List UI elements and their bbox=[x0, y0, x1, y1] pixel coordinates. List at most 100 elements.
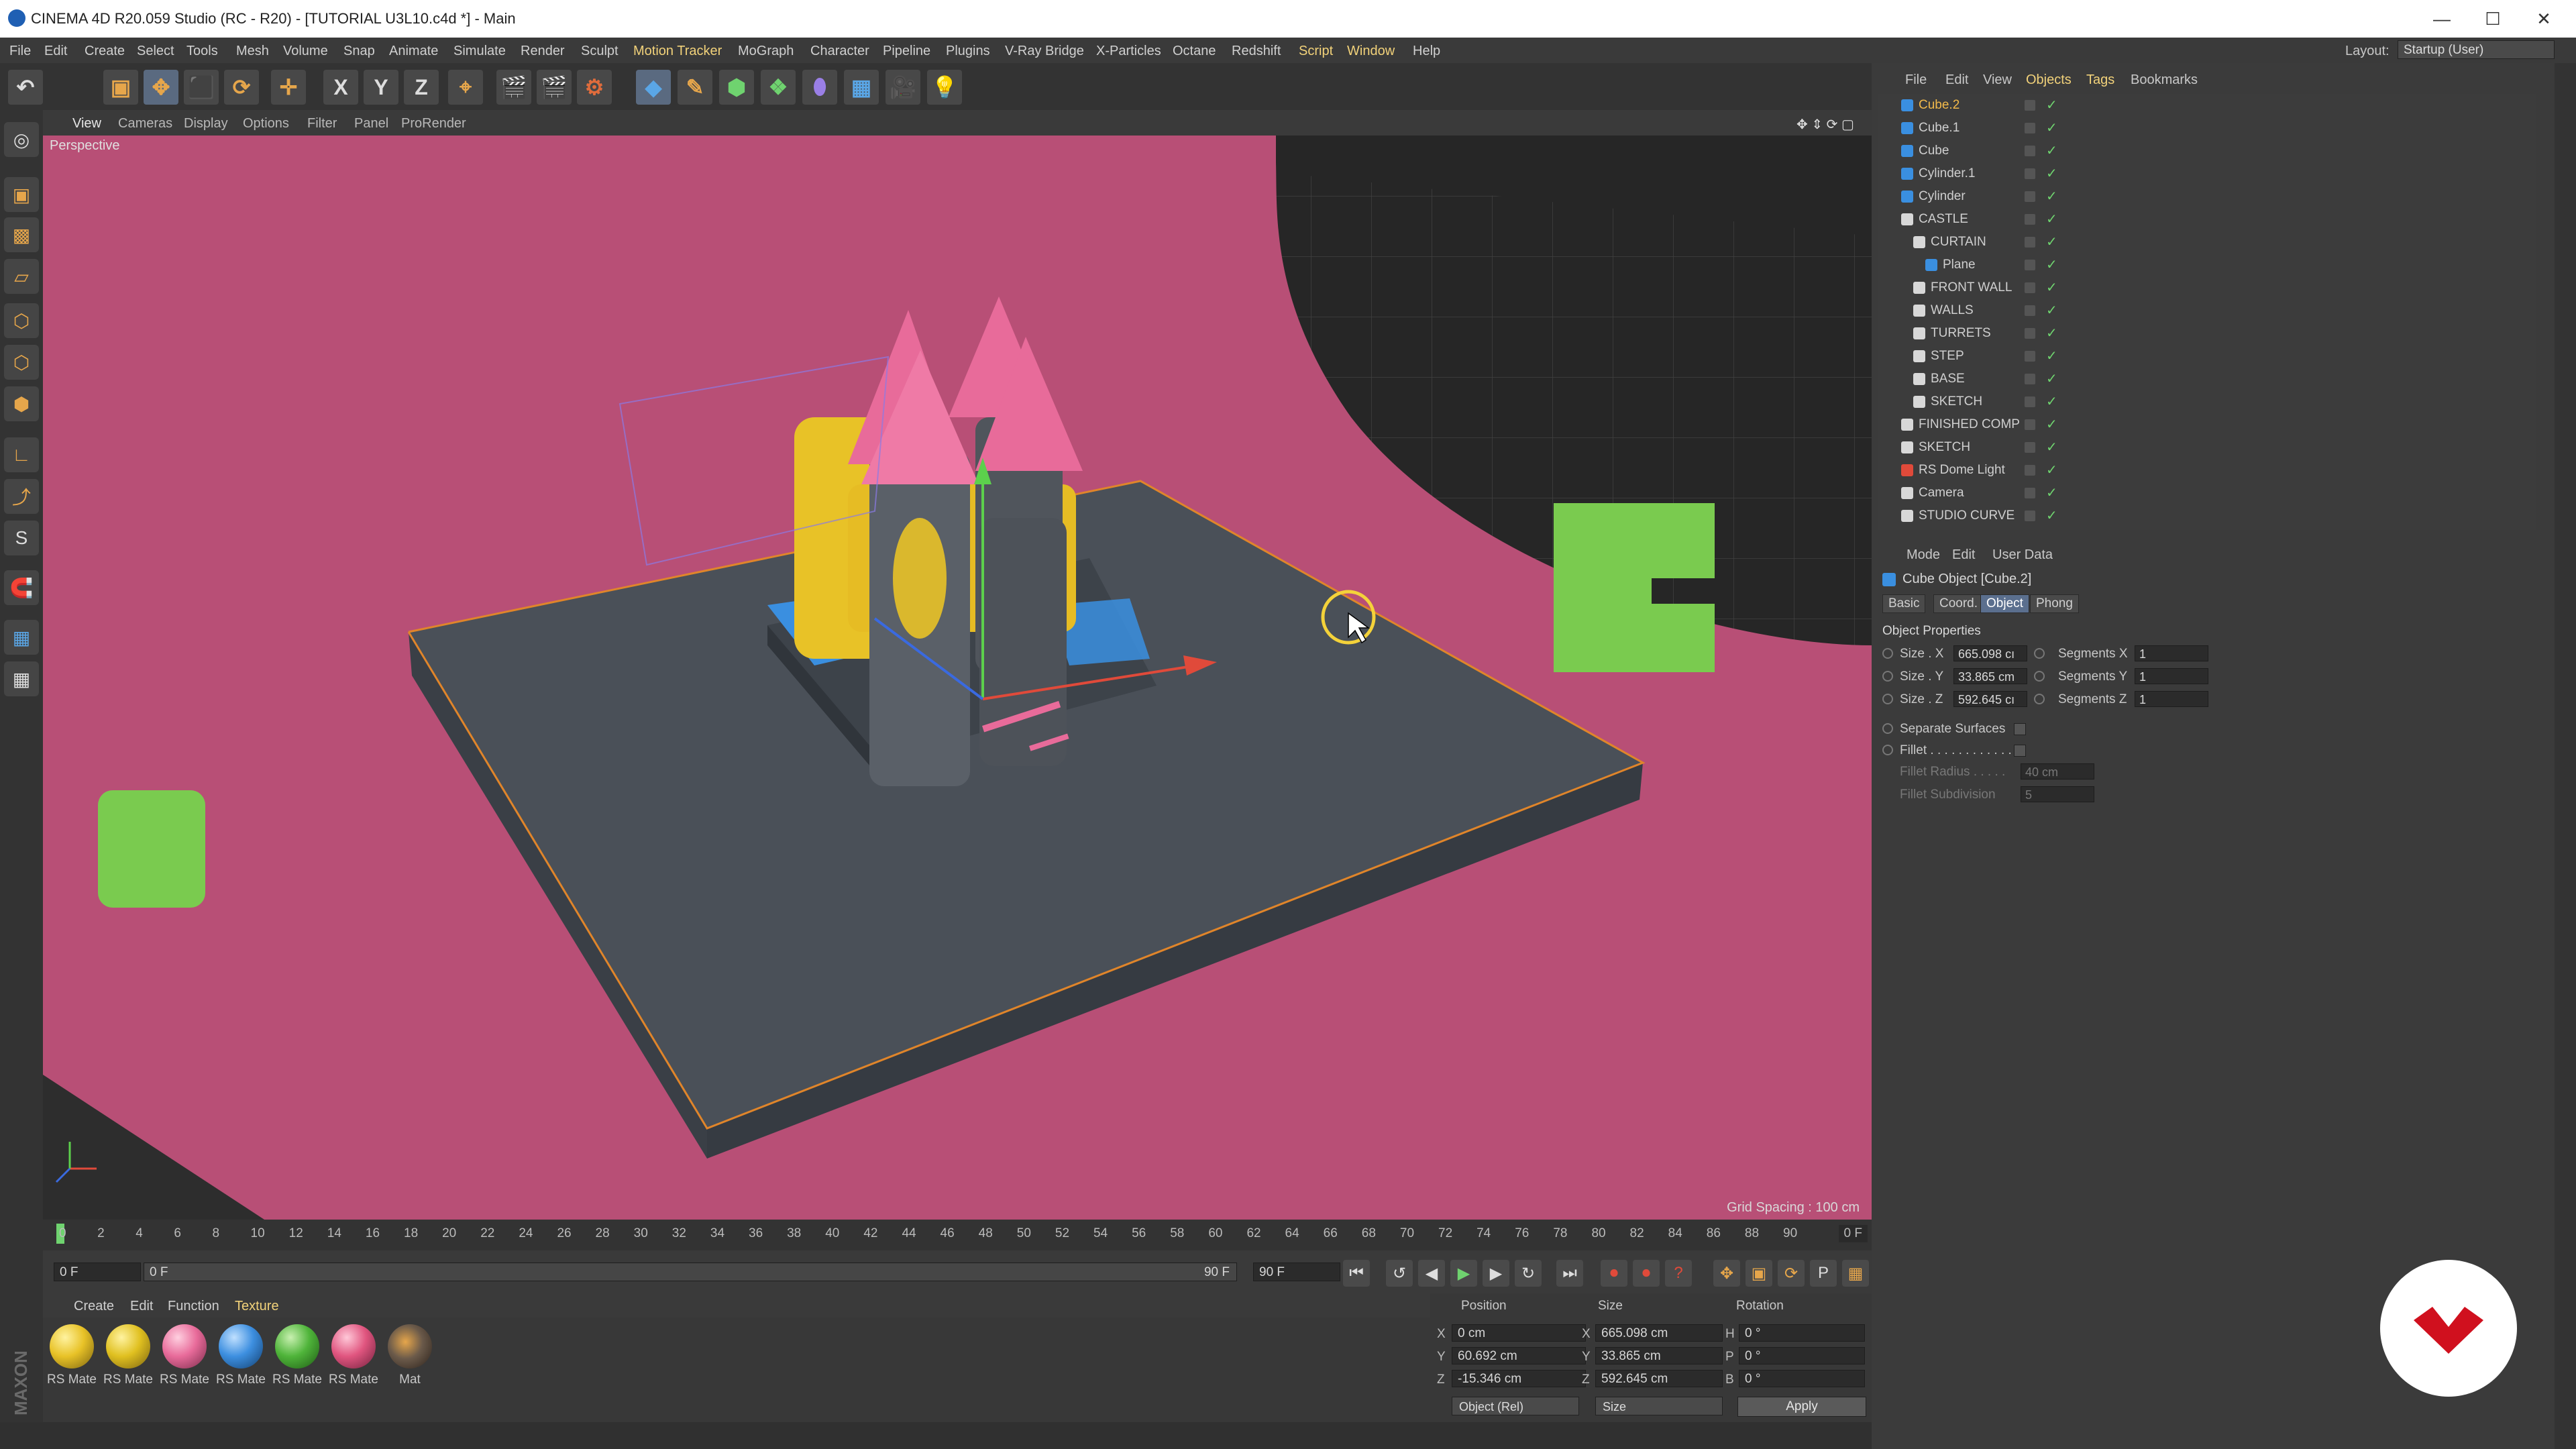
position-z-field[interactable]: -15.346 cm bbox=[1452, 1370, 1586, 1387]
menu-select[interactable]: Select bbox=[137, 44, 174, 59]
last-tool-icon[interactable]: ✛ bbox=[271, 70, 306, 105]
object-row[interactable]: TURRETS ✓ bbox=[1878, 322, 2536, 345]
material-menu-edit[interactable]: Edit bbox=[130, 1299, 153, 1314]
segments-z-input[interactable]: 1 bbox=[2135, 691, 2208, 707]
rotate-tool-icon[interactable]: ⟳ bbox=[224, 70, 259, 105]
menu-help[interactable]: Help bbox=[1413, 44, 1440, 59]
y-axis-toggle[interactable]: Y bbox=[364, 70, 398, 105]
keyframe-radio[interactable] bbox=[2034, 671, 2045, 682]
keyframe-radio[interactable] bbox=[1882, 694, 1893, 704]
layer-color-swatch[interactable] bbox=[2025, 191, 2035, 202]
menu-create[interactable]: Create bbox=[85, 44, 125, 59]
rotation-b-field[interactable]: 0 ° bbox=[1739, 1370, 1865, 1387]
om-menu-view[interactable]: View bbox=[1983, 72, 2012, 88]
object-row[interactable]: WALLS ✓ bbox=[1878, 299, 2536, 322]
position-y-field[interactable]: 60.692 cm bbox=[1452, 1347, 1586, 1364]
enable-check-icon[interactable]: ✓ bbox=[2046, 185, 2057, 208]
menu-tools[interactable]: Tools bbox=[186, 44, 218, 59]
polygons-mode-icon[interactable]: ⬢ bbox=[4, 386, 39, 421]
om-menu-edit[interactable]: Edit bbox=[1945, 72, 1968, 88]
previous-frame-icon[interactable]: ◀ bbox=[1418, 1260, 1445, 1287]
layer-color-swatch[interactable] bbox=[2025, 488, 2035, 498]
object-row[interactable]: STEP ✓ bbox=[1878, 345, 2536, 368]
position-key-icon[interactable]: ✥ bbox=[1713, 1260, 1740, 1287]
solo-mode-icon[interactable]: S bbox=[4, 521, 39, 555]
size-z-field[interactable]: 592.645 cm bbox=[1595, 1370, 1723, 1387]
axis-mode-icon[interactable]: ∟ bbox=[4, 437, 39, 472]
enable-check-icon[interactable]: ✓ bbox=[2046, 208, 2057, 231]
layout-dropdown[interactable]: Startup (User) bbox=[2398, 40, 2555, 59]
size-mode-dropdown[interactable]: Size bbox=[1595, 1397, 1723, 1415]
texture-mode-icon[interactable]: ▩ bbox=[4, 217, 39, 252]
position-x-field[interactable]: 0 cm bbox=[1452, 1324, 1586, 1342]
segments-x-input[interactable]: 1 bbox=[2135, 645, 2208, 661]
enable-check-icon[interactable]: ✓ bbox=[2046, 140, 2057, 162]
light-icon[interactable]: 💡 bbox=[927, 70, 962, 105]
floor-icon[interactable]: ▦ bbox=[844, 70, 879, 105]
menu-mograph[interactable]: MoGraph bbox=[738, 44, 794, 59]
coordinate-system-icon[interactable]: ⌖ bbox=[448, 70, 483, 105]
size-x-input[interactable]: 665.098 cı bbox=[1953, 645, 2027, 661]
om-menu-bookmarks[interactable]: Bookmarks bbox=[2131, 72, 2198, 88]
menu-file[interactable]: File bbox=[9, 44, 31, 59]
edges-mode-icon[interactable]: ⬡ bbox=[4, 345, 39, 380]
menu-render[interactable]: Render bbox=[521, 44, 565, 59]
points-mode-icon[interactable]: ⬡ bbox=[4, 303, 39, 338]
layer-color-swatch[interactable] bbox=[2025, 168, 2035, 179]
viewport-menu-cameras[interactable]: Cameras bbox=[118, 116, 172, 131]
enable-check-icon[interactable]: ✓ bbox=[2046, 322, 2057, 345]
camera-icon[interactable]: 🎥 bbox=[885, 70, 920, 105]
z-axis-toggle[interactable]: Z bbox=[404, 70, 439, 105]
enable-snap-icon[interactable]: 🧲 bbox=[4, 570, 39, 605]
separate-surfaces-checkbox[interactable] bbox=[2014, 723, 2026, 735]
object-row[interactable]: SKETCH ✓ bbox=[1878, 436, 2536, 459]
material-menu-create[interactable]: Create bbox=[74, 1299, 114, 1314]
material-swatch[interactable]: RS Mate bbox=[102, 1324, 154, 1387]
subdivision-surface-icon[interactable]: ⬢ bbox=[719, 70, 754, 105]
render-picture-viewer-icon[interactable]: 🎬 bbox=[537, 70, 572, 105]
menu-vray-bridge[interactable]: V-Ray Bridge bbox=[1005, 44, 1084, 59]
layer-color-swatch[interactable] bbox=[2025, 123, 2035, 133]
menu-animate[interactable]: Animate bbox=[389, 44, 438, 59]
layer-color-swatch[interactable] bbox=[2025, 511, 2035, 521]
maximize-button[interactable]: ☐ bbox=[2473, 5, 2513, 32]
enable-check-icon[interactable]: ✓ bbox=[2046, 254, 2057, 276]
layer-color-swatch[interactable] bbox=[2025, 419, 2035, 430]
am-menu-mode[interactable]: Mode bbox=[1907, 547, 1940, 563]
enable-check-icon[interactable]: ✓ bbox=[2046, 94, 2057, 117]
keyframe-radio[interactable] bbox=[1882, 671, 1893, 682]
enable-check-icon[interactable]: ✓ bbox=[2046, 299, 2057, 322]
menu-edit[interactable]: Edit bbox=[44, 44, 67, 59]
keyframe-radio[interactable] bbox=[1882, 745, 1893, 755]
menu-x-particles[interactable]: X-Particles bbox=[1096, 44, 1161, 59]
pla-key-icon[interactable]: ▦ bbox=[1842, 1260, 1869, 1287]
layer-color-swatch[interactable] bbox=[2025, 374, 2035, 384]
object-row[interactable]: FINISHED COMP ✓ bbox=[1878, 413, 2536, 436]
layer-color-swatch[interactable] bbox=[2025, 260, 2035, 270]
layer-color-swatch[interactable] bbox=[2025, 282, 2035, 293]
timeline-start-field[interactable]: 0 F bbox=[54, 1263, 141, 1281]
next-frame-icon[interactable]: ▶ bbox=[1483, 1260, 1509, 1287]
keyframe-radio[interactable] bbox=[2034, 694, 2045, 704]
live-selection-icon[interactable]: ▣ bbox=[103, 70, 138, 105]
object-row[interactable]: Camera ✓ bbox=[1878, 482, 2536, 504]
move-tool-icon[interactable]: ✥ bbox=[144, 70, 178, 105]
object-row[interactable]: BASE ✓ bbox=[1878, 368, 2536, 390]
object-row[interactable]: SKETCH ✓ bbox=[1878, 390, 2536, 413]
keyframe-selection-icon[interactable]: ? bbox=[1665, 1260, 1692, 1287]
rotation-h-field[interactable]: 0 ° bbox=[1739, 1324, 1865, 1342]
x-axis-toggle[interactable]: X bbox=[323, 70, 358, 105]
object-row[interactable]: Cylinder.1 ✓ bbox=[1878, 162, 2536, 185]
menu-script[interactable]: Script bbox=[1299, 44, 1333, 59]
enable-check-icon[interactable]: ✓ bbox=[2046, 368, 2057, 390]
size-y-input[interactable]: 33.865 cm bbox=[1953, 668, 2027, 684]
menu-plugins[interactable]: Plugins bbox=[946, 44, 990, 59]
object-row[interactable]: STUDIO CURVE ✓ bbox=[1878, 504, 2536, 527]
rotation-p-field[interactable]: 0 ° bbox=[1739, 1347, 1865, 1364]
enable-check-icon[interactable]: ✓ bbox=[2046, 162, 2057, 185]
viewport-menu-filter[interactable]: Filter bbox=[307, 116, 337, 131]
segments-y-input[interactable]: 1 bbox=[2135, 668, 2208, 684]
coordinate-mode-dropdown[interactable]: Object (Rel) bbox=[1452, 1397, 1579, 1415]
enable-check-icon[interactable]: ✓ bbox=[2046, 276, 2057, 299]
layer-color-swatch[interactable] bbox=[2025, 146, 2035, 156]
